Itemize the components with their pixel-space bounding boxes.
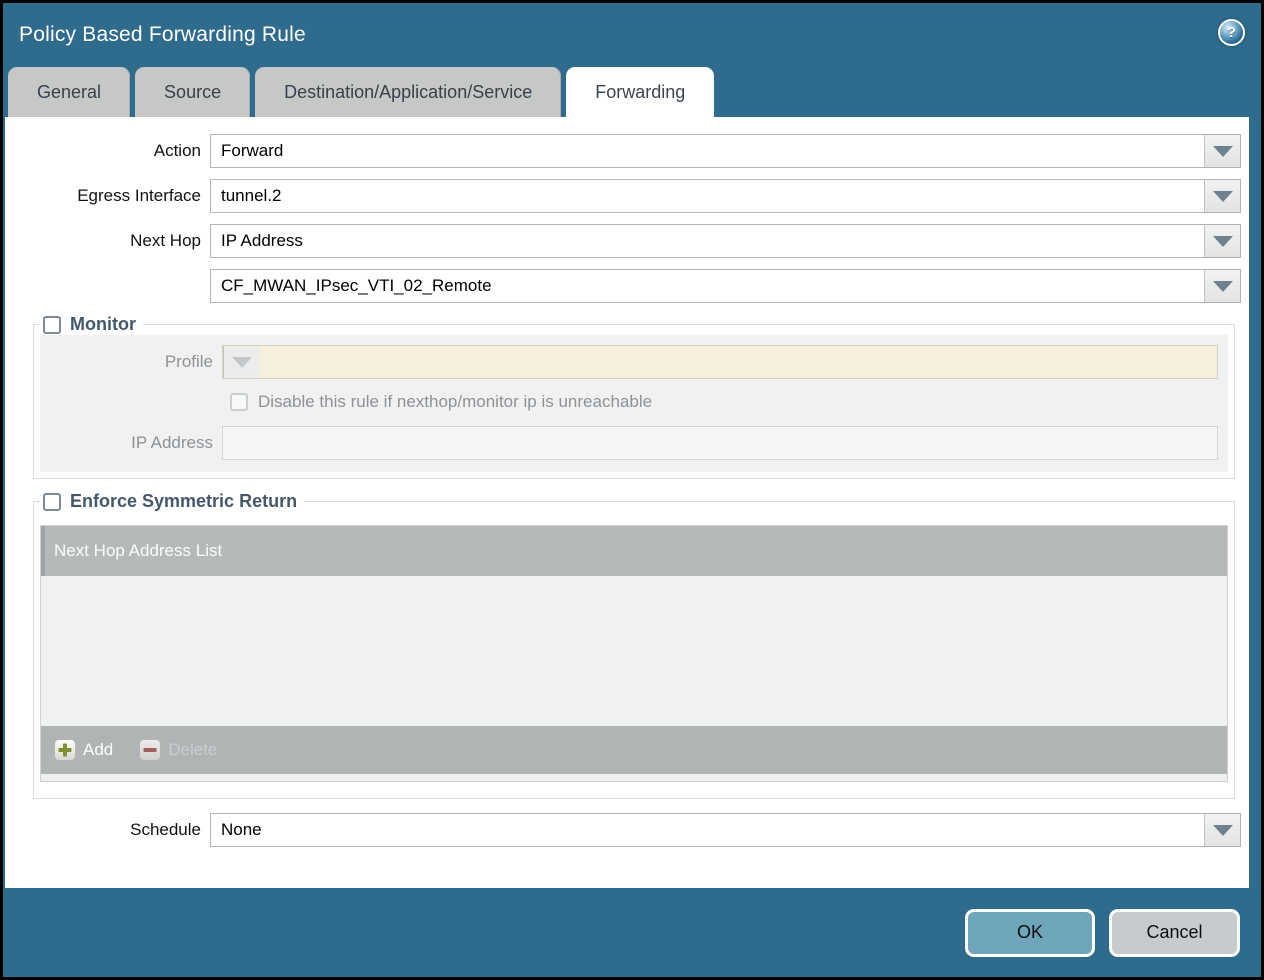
enforce-legend-label: Enforce Symmetric Return — [70, 491, 297, 512]
monitor-checkbox[interactable] — [43, 316, 61, 334]
tab-source[interactable]: Source — [135, 67, 250, 117]
next-hop-value: IP Address — [211, 231, 1204, 251]
dialog-footer: OK Cancel — [3, 888, 1261, 977]
disable-rule-checkbox — [230, 393, 248, 411]
schedule-label: Schedule — [5, 820, 210, 840]
monitor-panel: Profile Disable this rule if nexthop/mon… — [40, 335, 1228, 472]
egress-interface-value: tunnel.2 — [211, 186, 1204, 206]
add-icon — [54, 739, 76, 761]
next-hop-address-list-toolbar: Add Delete — [41, 726, 1227, 774]
egress-interface-dropdown-button[interactable] — [1204, 180, 1240, 212]
enforce-symmetric-return-section: Enforce Symmetric Return Next Hop Addres… — [33, 491, 1235, 799]
monitor-legend-label: Monitor — [70, 314, 136, 335]
chevron-down-icon — [1213, 191, 1233, 202]
table-bottom-strip — [41, 774, 1227, 781]
delete-button: Delete — [139, 739, 217, 761]
monitor-ip-address-label: IP Address — [40, 433, 222, 453]
next-hop-dropdown-button[interactable] — [1204, 225, 1240, 257]
next-hop-address-value: CF_MWAN_IPsec_VTI_02_Remote — [211, 276, 1204, 296]
action-label: Action — [5, 141, 210, 161]
next-hop-address-row: CF_MWAN_IPsec_VTI_02_Remote — [5, 269, 1249, 303]
tab-bar: General Source Destination/Application/S… — [3, 67, 1261, 117]
disable-rule-row: Disable this rule if nexthop/monitor ip … — [230, 392, 1228, 412]
chevron-down-icon — [1213, 825, 1233, 836]
chevron-down-icon — [1213, 281, 1233, 292]
egress-interface-select[interactable]: tunnel.2 — [210, 179, 1241, 213]
add-button-label: Add — [83, 740, 113, 760]
egress-interface-label: Egress Interface — [5, 186, 210, 206]
action-select[interactable]: Forward — [210, 134, 1241, 168]
chevron-down-icon — [232, 357, 252, 368]
profile-dropdown-button — [223, 346, 259, 378]
action-dropdown-button[interactable] — [1204, 135, 1240, 167]
delete-icon — [139, 739, 161, 761]
next-hop-address-list-table: Next Hop Address List Add Delete — [40, 525, 1228, 782]
enforce-legend: Enforce Symmetric Return — [41, 491, 304, 512]
action-value: Forward — [211, 141, 1204, 161]
disable-rule-label: Disable this rule if nexthop/monitor ip … — [258, 392, 652, 412]
action-row: Action Forward — [5, 134, 1249, 168]
tab-destination-application-service[interactable]: Destination/Application/Service — [255, 67, 561, 117]
next-hop-address-list-header: Next Hop Address List — [41, 526, 1227, 576]
tab-general[interactable]: General — [8, 67, 130, 117]
chevron-down-icon — [1213, 236, 1233, 247]
dialog-titlebar: Policy Based Forwarding Rule ? — [3, 3, 1261, 67]
monitor-ip-address-input — [222, 426, 1218, 460]
policy-based-forwarding-dialog: Policy Based Forwarding Rule ? General S… — [0, 0, 1264, 980]
tab-forwarding[interactable]: Forwarding — [566, 67, 714, 117]
schedule-row: Schedule None — [5, 813, 1249, 847]
ok-button[interactable]: OK — [965, 909, 1095, 957]
next-hop-row: Next Hop IP Address — [5, 224, 1249, 258]
dialog-title: Policy Based Forwarding Rule — [19, 23, 1245, 47]
monitor-section: Monitor Profile Disable this rule if nex… — [33, 314, 1235, 479]
forwarding-tab-panel: Action Forward Egress Interface tunnel.2… — [5, 117, 1249, 888]
next-hop-label: Next Hop — [5, 231, 210, 251]
next-hop-address-list-body[interactable] — [41, 576, 1227, 726]
profile-select — [222, 345, 1218, 379]
monitor-ip-address-row: IP Address — [40, 426, 1228, 460]
help-icon[interactable]: ? — [1218, 19, 1245, 46]
delete-button-label: Delete — [168, 740, 217, 760]
enforce-symmetric-return-checkbox[interactable] — [43, 493, 61, 511]
next-hop-select[interactable]: IP Address — [210, 224, 1241, 258]
next-hop-address-select[interactable]: CF_MWAN_IPsec_VTI_02_Remote — [210, 269, 1241, 303]
monitor-legend: Monitor — [41, 314, 143, 335]
schedule-value: None — [211, 820, 1204, 840]
profile-row: Profile — [40, 345, 1228, 379]
next-hop-address-dropdown-button[interactable] — [1204, 270, 1240, 302]
add-button[interactable]: Add — [54, 739, 113, 761]
schedule-select[interactable]: None — [210, 813, 1241, 847]
egress-interface-row: Egress Interface tunnel.2 — [5, 179, 1249, 213]
profile-label: Profile — [40, 352, 222, 372]
cancel-button[interactable]: Cancel — [1109, 909, 1240, 957]
chevron-down-icon — [1213, 146, 1233, 157]
schedule-dropdown-button[interactable] — [1204, 814, 1240, 846]
